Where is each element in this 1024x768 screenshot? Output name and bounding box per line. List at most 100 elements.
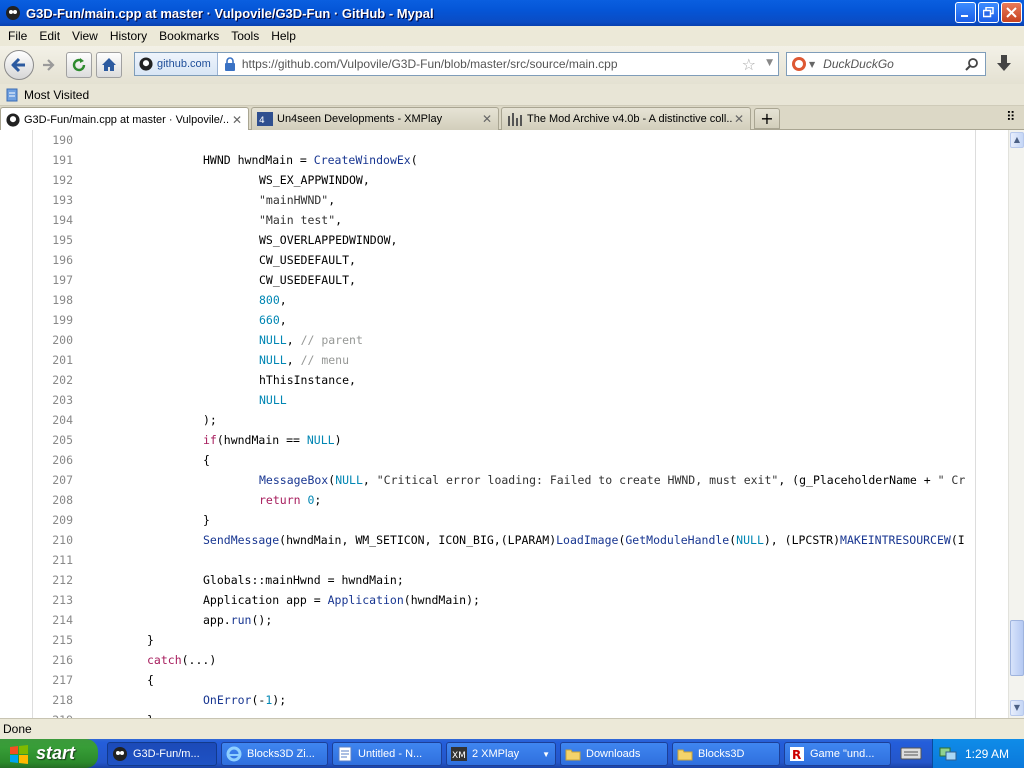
- line-number[interactable]: 204: [33, 410, 73, 430]
- address-bar[interactable]: github.com https://github.com/Vulpovile/…: [134, 52, 779, 76]
- line-number[interactable]: 218: [33, 690, 73, 710]
- scroll-down-arrow-icon[interactable]: ▼: [1010, 700, 1024, 716]
- keyboard-language-icon[interactable]: [900, 745, 922, 761]
- forward-button[interactable]: [34, 51, 62, 79]
- start-button[interactable]: start: [0, 739, 98, 768]
- code-token: {: [203, 453, 210, 467]
- code-line: 203 NULL: [33, 390, 975, 410]
- taskbar-item-game[interactable]: R Game "und...: [784, 742, 891, 766]
- code-line: 206 {: [33, 450, 975, 470]
- line-number[interactable]: 206: [33, 450, 73, 470]
- download-arrow-icon: [997, 55, 1011, 71]
- line-number[interactable]: 197: [33, 270, 73, 290]
- tab-close-icon[interactable]: ✕: [732, 112, 746, 126]
- restore-button[interactable]: [978, 2, 999, 23]
- line-number[interactable]: 213: [33, 590, 73, 610]
- line-number[interactable]: 191: [33, 150, 73, 170]
- menu-view[interactable]: View: [66, 29, 104, 43]
- duckduckgo-icon[interactable]: [791, 56, 807, 72]
- taskbar-item-label: Game "und...: [810, 748, 875, 760]
- code-token: catch: [147, 653, 182, 667]
- site-identity-button[interactable]: github.com: [135, 53, 218, 75]
- tab-mod-archive[interactable]: The Mod Archive v4.0b - A distinctive co…: [501, 107, 751, 130]
- back-button[interactable]: [4, 50, 34, 80]
- folder-icon: [565, 749, 581, 761]
- code-token: ): [334, 433, 342, 447]
- svg-text:R: R: [792, 748, 801, 762]
- taskbar-item-label: Downloads: [586, 748, 641, 760]
- vertical-scrollbar[interactable]: ▲ ▼: [1008, 130, 1024, 718]
- reload-button[interactable]: [66, 52, 92, 78]
- menu-bar: File Edit View History Bookmarks Tools H…: [0, 26, 1024, 46]
- new-tab-button[interactable]: +: [754, 108, 780, 129]
- most-visited-bookmark[interactable]: Most Visited: [24, 88, 89, 102]
- line-number[interactable]: 212: [33, 570, 73, 590]
- tab-close-icon[interactable]: ✕: [480, 112, 494, 126]
- minimize-button[interactable]: [955, 2, 976, 23]
- taskbar-item-notepad[interactable]: Untitled - N...: [332, 742, 442, 766]
- code-token: NULL: [259, 333, 287, 347]
- code-token: ();: [251, 613, 273, 627]
- menu-help[interactable]: Help: [265, 29, 302, 43]
- taskbar-item-blocks3d[interactable]: Blocks3D: [672, 742, 780, 766]
- scroll-thumb[interactable]: [1010, 620, 1024, 676]
- bookmark-folder-icon: [6, 88, 18, 101]
- line-number[interactable]: 207: [33, 470, 73, 490]
- line-number[interactable]: 203: [33, 390, 73, 410]
- line-number[interactable]: 194: [33, 210, 73, 230]
- line-number[interactable]: 192: [33, 170, 73, 190]
- scroll-up-arrow-icon[interactable]: ▲: [1010, 132, 1024, 148]
- line-number[interactable]: 211: [33, 550, 73, 570]
- network-tray-icon[interactable]: [939, 746, 957, 762]
- code-text: NULL, // parent: [259, 330, 363, 350]
- code-text: 800,: [259, 290, 287, 310]
- line-number[interactable]: 217: [33, 670, 73, 690]
- code-text: 660,: [259, 310, 287, 330]
- tab-close-icon[interactable]: ✕: [230, 113, 244, 127]
- taskbar-clock[interactable]: 1:29 AM: [965, 747, 1009, 761]
- code-token: 0: [300, 493, 315, 507]
- line-number[interactable]: 200: [33, 330, 73, 350]
- line-number[interactable]: 202: [33, 370, 73, 390]
- line-number[interactable]: 201: [33, 350, 73, 370]
- search-box[interactable]: ▼ DuckDuckGo: [786, 52, 986, 76]
- menu-file[interactable]: File: [2, 29, 33, 43]
- line-number[interactable]: 196: [33, 250, 73, 270]
- taskbar-item-blocks3d-zip[interactable]: Blocks3D Zi...: [221, 742, 328, 766]
- search-engine-dropdown-icon[interactable]: ▼: [809, 60, 815, 69]
- line-number[interactable]: 190: [33, 130, 73, 150]
- line-number[interactable]: 199: [33, 310, 73, 330]
- close-window-button[interactable]: [1001, 2, 1022, 23]
- code-token: HWND hwndMain =: [203, 153, 314, 167]
- line-number[interactable]: 195: [33, 230, 73, 250]
- menu-tools[interactable]: Tools: [225, 29, 265, 43]
- menu-bookmarks[interactable]: Bookmarks: [153, 29, 225, 43]
- line-number[interactable]: 193: [33, 190, 73, 210]
- taskbar-item-xmplay-group[interactable]: XM 2 XMPlay ▼: [446, 742, 556, 766]
- url-text[interactable]: https://github.com/Vulpovile/G3D-Fun/blo…: [242, 57, 618, 71]
- line-number[interactable]: 198: [33, 290, 73, 310]
- tab-list-grid-icon[interactable]: ⠿: [1006, 110, 1016, 125]
- menu-edit[interactable]: Edit: [33, 29, 66, 43]
- line-number[interactable]: 219: [33, 710, 73, 718]
- home-button[interactable]: [96, 52, 122, 78]
- tab-xmplay[interactable]: 4 Un4seen Developments - XMPlay ✕: [251, 107, 499, 130]
- downloads-button[interactable]: [992, 52, 1016, 79]
- line-number[interactable]: 209: [33, 510, 73, 530]
- line-number[interactable]: 216: [33, 650, 73, 670]
- code-token: (hwndMain, WM_SETICON, ICON_BIG,(LPARAM): [279, 533, 557, 547]
- search-icon[interactable]: [965, 57, 979, 71]
- url-dropdown-icon[interactable]: ▼: [766, 58, 773, 68]
- line-number[interactable]: 215: [33, 630, 73, 650]
- bookmark-star-icon[interactable]: ☆: [742, 55, 756, 74]
- code-line: 194 "Main test",: [33, 210, 975, 230]
- menu-history[interactable]: History: [104, 29, 153, 43]
- line-number[interactable]: 214: [33, 610, 73, 630]
- line-number[interactable]: 208: [33, 490, 73, 510]
- taskbar-item-downloads[interactable]: Downloads: [560, 742, 668, 766]
- status-bar: Done: [0, 718, 1024, 739]
- line-number[interactable]: 205: [33, 430, 73, 450]
- line-number[interactable]: 210: [33, 530, 73, 550]
- taskbar-item-mypal[interactable]: G3D-Fun/m...: [107, 742, 217, 766]
- tab-github-main-cpp[interactable]: G3D-Fun/main.cpp at master · Vulpovile/.…: [0, 107, 249, 131]
